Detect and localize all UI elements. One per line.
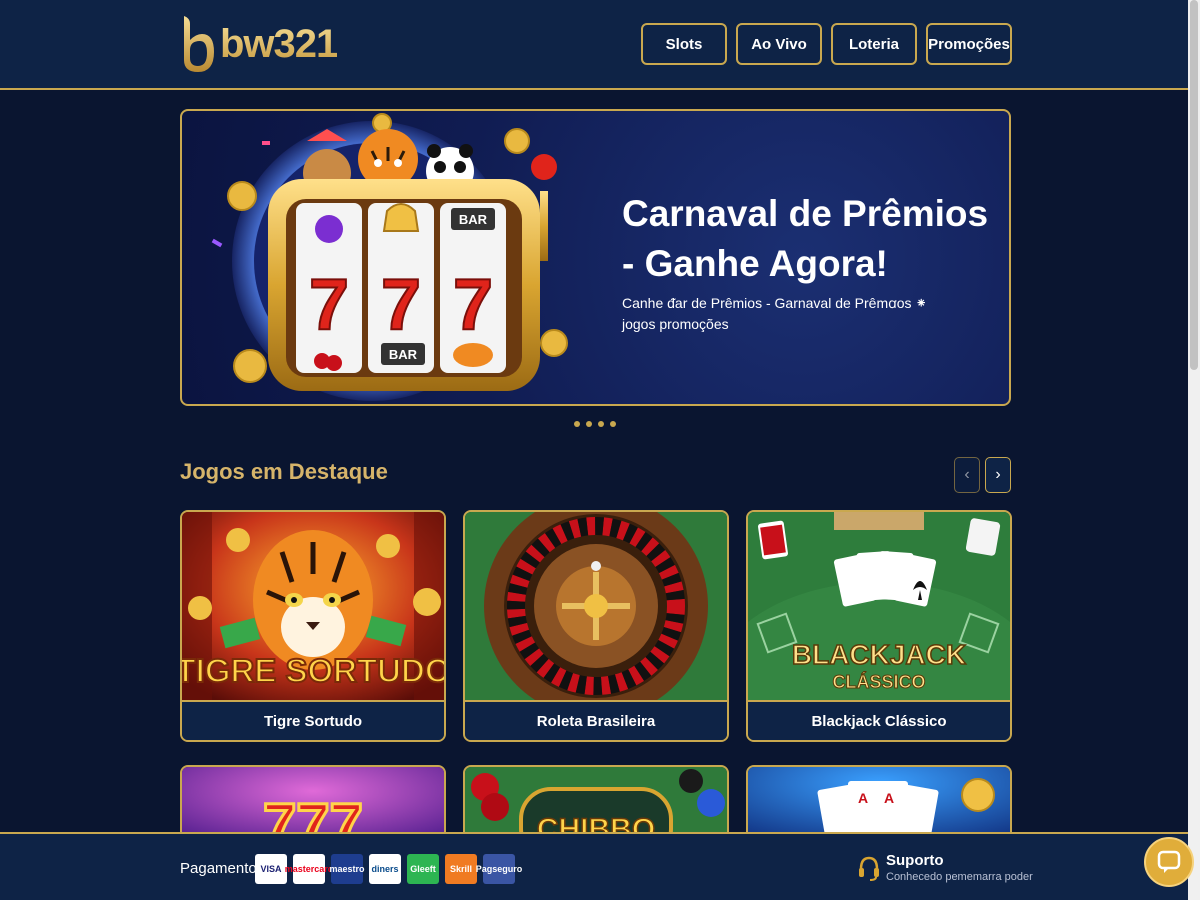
nav-ao-vivo-button[interactable]: Ao Vivo [736,23,822,65]
game-card-tigre-sortudo[interactable]: TIGRE SORTUDO Tigre Sortudo [180,510,446,742]
carousel-dot[interactable] [574,421,580,427]
tigre-sortudo-thumbnail: TIGRE SORTUDO [182,512,444,700]
site-footer: Pagamento: VISA mastercard maestro diners Gl… [0,832,1188,900]
featured-games-title: Jogos em Destaque [180,459,388,484]
hero-banner[interactable]: BAR 7 7 7 BAR Carnaval de Prêmios - Ganh… [180,109,1011,406]
chat-bubble-icon [1157,850,1181,873]
payment-method-icon: Gleeft [407,854,439,884]
support-title: Suporto [886,852,944,869]
brand-logo[interactable]: bw321 [180,14,338,74]
chevron-right-icon: › [995,466,1001,483]
svg-text:7: 7 [309,265,349,345]
game-card-blackjack-classico[interactable]: BLACKJACK CLÁSSICO Blackjack Clássico [746,510,1012,742]
tigre-sortudo-art-text: TIGRE SORTUDO [182,652,444,689]
carousel-prev-button[interactable]: ‹ [954,457,980,493]
carousel-dot[interactable] [598,421,604,427]
game-card-title: Blackjack Clássico [748,700,1010,740]
nav-loteria-button[interactable]: Loteria [831,23,917,65]
main-nav: Slots Ao Vivo Loteria Promoções [641,23,1012,65]
game-card-title: Roleta Brasileira [465,700,727,740]
game-card-title: Tigre Sortudo [182,700,444,740]
live-chat-button[interactable] [1144,837,1194,887]
blackjack-art-title: BLACKJACK [792,639,966,670]
logo-b-icon [184,16,214,72]
svg-text:A: A [858,790,868,806]
brand-name: bw321 [220,21,338,66]
payment-method-icon: Pagseguro [476,854,522,884]
site-header: bw321 Slots Ao Vivo Loteria Promoções [0,0,1188,90]
carousel-dot[interactable] [610,421,616,427]
svg-text:7: 7 [453,265,493,345]
support-subtitle: Conhecedo pememarra poder [886,871,1033,883]
carousel-next-button[interactable]: › [985,457,1011,493]
slot-machine-illustration: BAR 7 7 7 BAR [211,113,568,401]
reel-bar-label-bottom: BAR [389,347,418,362]
blackjack-art-subtitle: CLÁSSICO [832,671,925,692]
nav-slots-button[interactable]: Slots [641,23,727,65]
game-card-roleta-brasileira[interactable]: Roleta Brasileira [463,510,729,742]
roleta-brasileira-thumbnail [465,512,727,700]
svg-text:A: A [884,790,894,806]
scrollbar-thumb[interactable] [1190,0,1198,370]
carousel-dot[interactable] [586,421,592,427]
payment-method-icon: mastercard [285,854,333,884]
hero-carousel-dots [574,421,616,427]
payment-method-icon: diners [369,854,401,884]
payment-methods: VISA mastercard maestro diners Gleeft Skrill P… [255,854,522,884]
chevron-left-icon: ‹ [964,466,970,483]
nav-promocoes-button[interactable]: Promoções [926,23,1012,65]
hero-title: Carnaval de Prêmios - Ganhe Agora! [622,193,989,284]
reel-bar-label-top: BAR [459,212,488,227]
hero-subtitle: Canhe ᵭar de Prêmios - Garnaval de Prêmꭤ… [622,295,928,332]
payment-label: Pagamento: [180,860,261,877]
payment-method-icon: VISA [255,854,287,884]
payment-method-icon: maestro [330,854,365,884]
page-scrollbar[interactable] [1188,0,1200,900]
payment-method-icon: Skrill [445,854,477,884]
headset-icon [859,856,879,881]
blackjack-classico-thumbnail: BLACKJACK CLÁSSICO [748,512,1010,700]
svg-text:7: 7 [381,265,421,345]
support-link[interactable]: Suporto Conhecedo pememarra poder [858,852,1033,883]
